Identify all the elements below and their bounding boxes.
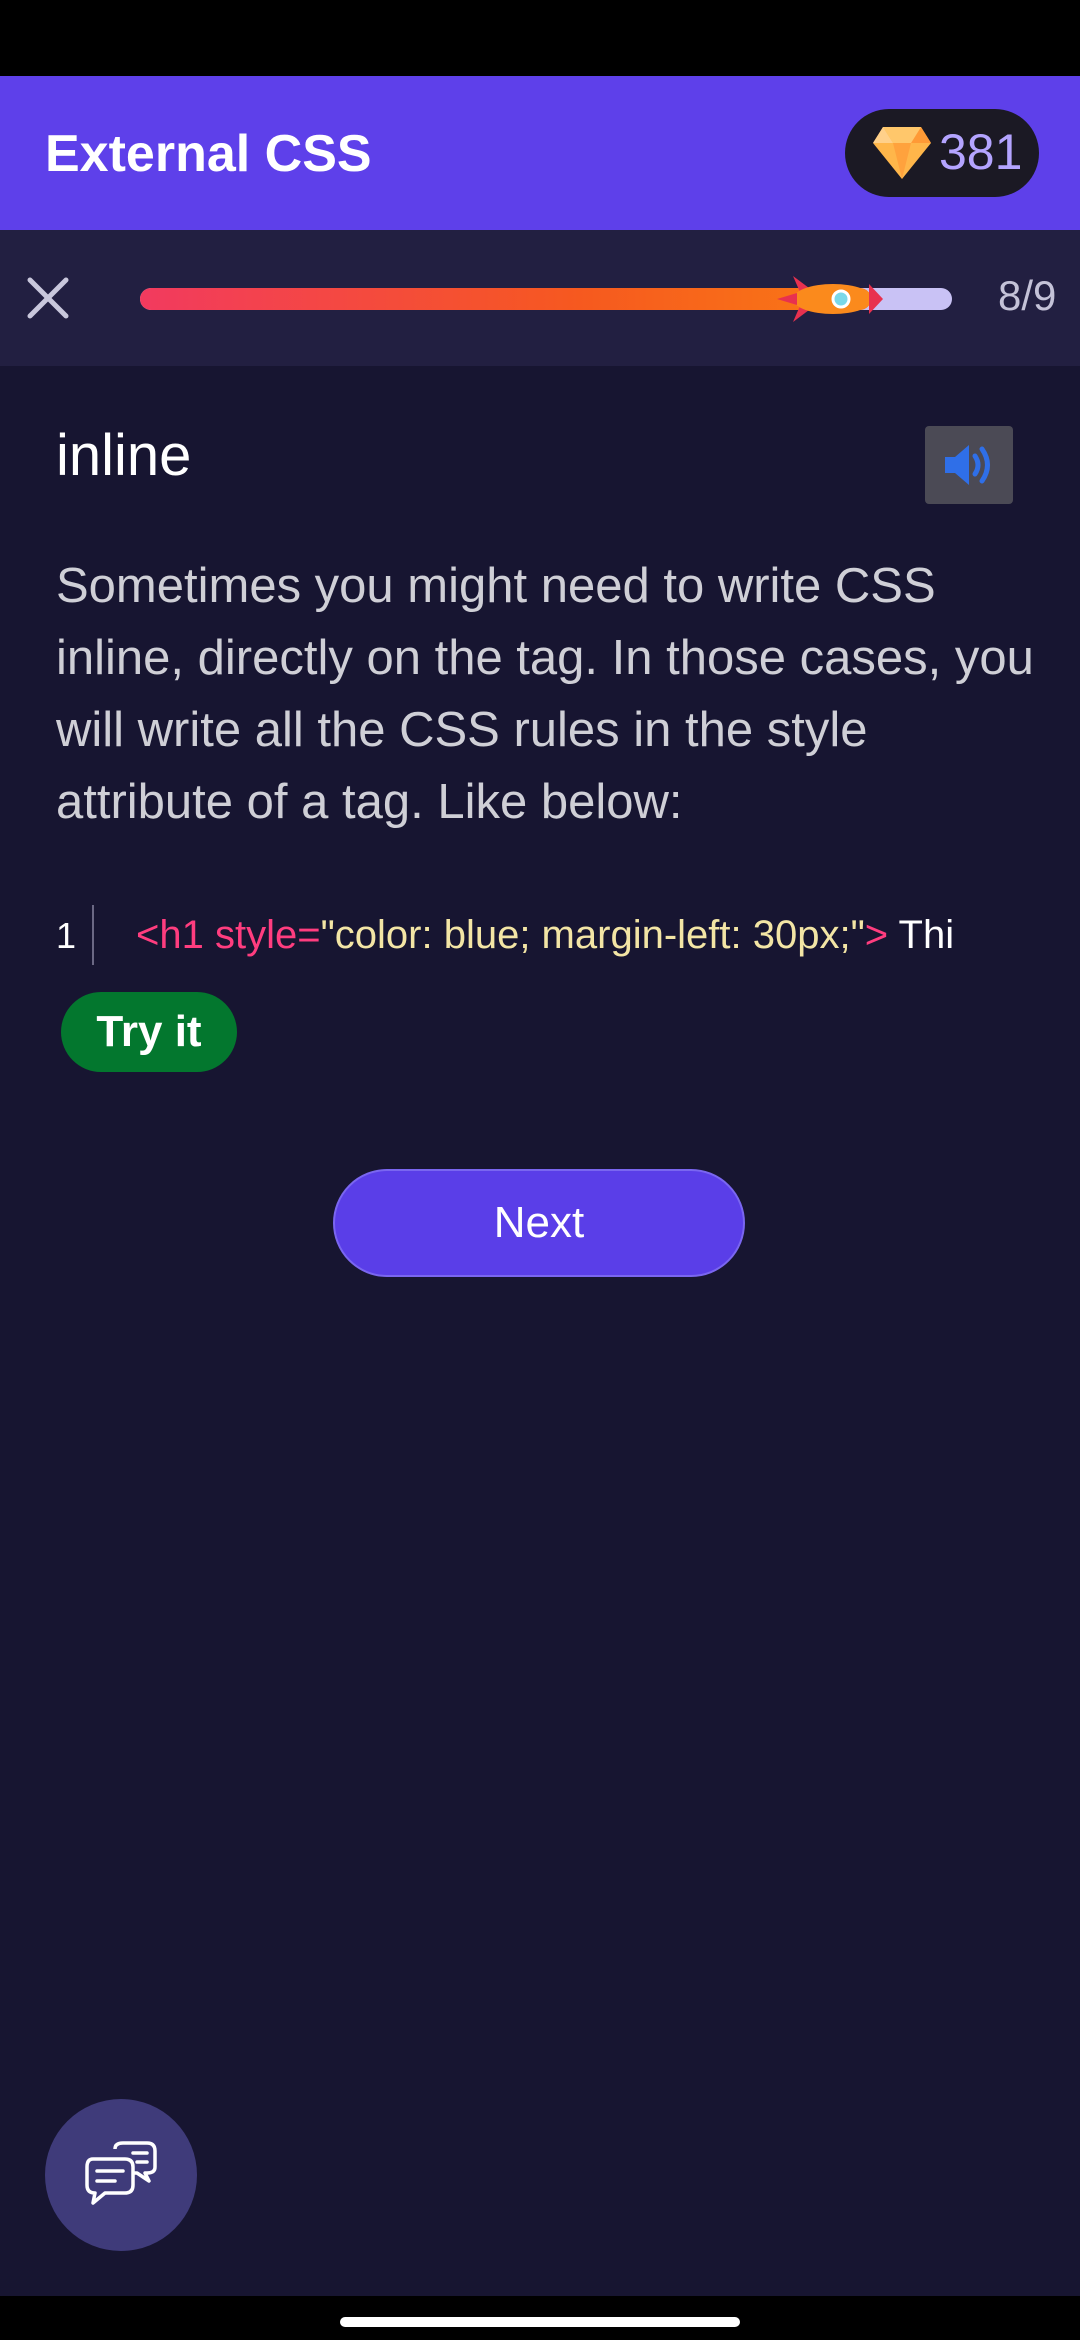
line-separator <box>92 905 94 965</box>
code-tag-close: > <box>864 913 889 957</box>
progress-bar <box>140 276 952 322</box>
speaker-icon <box>945 445 990 485</box>
code-tag-open: <h1 style= <box>136 913 321 957</box>
close-icon[interactable] <box>24 274 72 322</box>
chat-button[interactable] <box>45 2099 197 2251</box>
progress-count: 8/9 <box>998 272 1057 319</box>
progress-fill <box>140 288 871 310</box>
next-button[interactable]: Next <box>333 1169 745 1277</box>
gem-count: 381 <box>939 124 1023 180</box>
app-header: External CSS 381 <box>0 76 1080 230</box>
code-block: 1 <h1 style="color: blue; margin-left: 3… <box>56 905 1026 965</box>
status-bar <box>0 0 1080 76</box>
lesson-title: inline <box>56 423 192 488</box>
code-attr-value: "color: blue; margin-left: 30px;" <box>320 913 865 957</box>
sound-button[interactable] <box>925 426 1013 504</box>
rocket-icon <box>776 276 883 322</box>
chat-bubbles-icon <box>85 2141 157 2205</box>
code-content: Thi <box>888 913 955 957</box>
progress-row: 8/9 <box>0 230 1080 366</box>
home-indicator[interactable] <box>340 2317 740 2327</box>
gem-counter[interactable]: 381 <box>845 109 1039 197</box>
lesson-text: Sometimes you might need to write CSS in… <box>56 559 1034 829</box>
line-number: 1 <box>56 915 77 956</box>
try-it-button[interactable]: Try it <box>61 992 237 1072</box>
page-title: External CSS <box>45 125 372 183</box>
code-line: <h1 style="color: blue; margin-left: 30p… <box>136 913 954 958</box>
diamond-icon <box>873 127 931 179</box>
